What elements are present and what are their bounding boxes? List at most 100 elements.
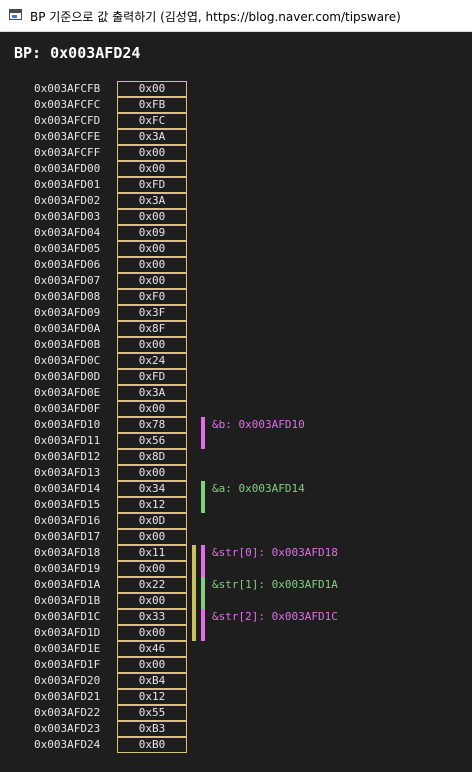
memory-byte-cell: 0x8F: [117, 321, 187, 337]
memory-byte-cell: 0x3A: [117, 385, 187, 401]
memory-address: 0x003AFD16: [34, 514, 101, 527]
memory-address: 0x003AFD13: [34, 466, 101, 479]
memory-byte-cell: 0x3F: [117, 305, 187, 321]
memory-address: 0x003AFD17: [34, 530, 101, 543]
memory-byte-cell: 0x00: [117, 209, 187, 225]
memory-byte-cell: 0x00: [117, 401, 187, 417]
memory-byte-cell: 0x3A: [117, 129, 187, 145]
pointer-marker-bar: [201, 577, 205, 609]
memory-byte-cell: 0x00: [117, 465, 187, 481]
memory-byte-cell: 0x00: [117, 657, 187, 673]
memory-address: 0x003AFD24: [34, 738, 101, 751]
memory-byte-cell: 0x00: [117, 161, 187, 177]
memory-byte-cell: 0x00: [117, 145, 187, 161]
window-title: BP 기준으로 값 출력하기 (김성엽, https://blog.naver.…: [30, 10, 401, 24]
memory-byte-cell: 0x8D: [117, 449, 187, 465]
pointer-annotation-label: &a: 0x003AFD14: [212, 482, 305, 495]
memory-address: 0x003AFD09: [34, 306, 101, 319]
memory-address: 0x003AFD08: [34, 290, 101, 303]
memory-address: 0x003AFD0C: [34, 354, 101, 367]
memory-address: 0x003AFD01: [34, 178, 101, 191]
pointer-marker-bar: [201, 417, 205, 449]
pointer-annotation-label: &str[1]: 0x003AFD1A: [212, 578, 338, 591]
memory-byte-cell: 0x22: [117, 577, 187, 593]
memory-byte-cell: 0x55: [117, 705, 187, 721]
memory-byte-cell: 0x46: [117, 641, 187, 657]
memory-byte-cell: 0xF0: [117, 289, 187, 305]
memory-address: 0x003AFD1F: [34, 658, 101, 671]
memory-address: 0x003AFD19: [34, 562, 101, 575]
memory-byte-cell: 0x09: [117, 225, 187, 241]
memory-address: 0x003AFD1C: [34, 610, 101, 623]
memory-address: 0x003AFD00: [34, 162, 101, 175]
memory-address: 0x003AFD1A: [34, 578, 101, 591]
memory-address: 0x003AFD23: [34, 722, 101, 735]
memory-address: 0x003AFD07: [34, 274, 101, 287]
memory-byte-cell: 0xFB: [117, 97, 187, 113]
memory-address: 0x003AFD0B: [34, 338, 101, 351]
memory-address: 0x003AFD02: [34, 194, 101, 207]
memory-address: 0x003AFD06: [34, 258, 101, 271]
pointer-marker-bar: [201, 481, 205, 513]
memory-address: 0x003AFD0D: [34, 370, 101, 383]
memory-byte-cell: 0x78: [117, 417, 187, 433]
pointer-marker-bar: [201, 545, 205, 577]
memory-byte-cell: 0x00: [117, 593, 187, 609]
memory-byte-cell: 0x56: [117, 433, 187, 449]
memory-byte-cell: 0x24: [117, 353, 187, 369]
memory-byte-cell: 0xB4: [117, 673, 187, 689]
bp-header: BP: 0x003AFD24: [14, 44, 141, 62]
memory-address: 0x003AFD15: [34, 498, 101, 511]
memory-address: 0x003AFD20: [34, 674, 101, 687]
memory-address: 0x003AFCFE: [34, 130, 101, 143]
memory-byte-cell: 0x12: [117, 689, 187, 705]
memory-address: 0x003AFD1B: [34, 594, 101, 607]
pointer-annotation-label: &str[2]: 0x003AFD1C: [212, 610, 338, 623]
memory-byte-cell: 0x00: [117, 529, 187, 545]
memory-address: 0x003AFCFF: [34, 146, 101, 159]
memory-address: 0x003AFD10: [34, 418, 101, 431]
memory-address: 0x003AFCFD: [34, 114, 101, 127]
memory-address: 0x003AFD12: [34, 450, 101, 463]
memory-address: 0x003AFD1E: [34, 642, 101, 655]
memory-address: 0x003AFD0E: [34, 386, 101, 399]
memory-byte-cell: 0xFC: [117, 113, 187, 129]
memory-byte-cell: 0xFD: [117, 177, 187, 193]
memory-address: 0x003AFD1D: [34, 626, 101, 639]
memory-address: 0x003AFD14: [34, 482, 101, 495]
memory-address: 0x003AFCFB: [34, 82, 101, 95]
memory-byte-cell: 0x34: [117, 481, 187, 497]
pointer-marker-bar: [201, 609, 205, 641]
memory-byte-cell: 0x00: [117, 257, 187, 273]
memory-byte-cell: 0x3A: [117, 193, 187, 209]
memory-address: 0x003AFD0F: [34, 402, 101, 415]
memory-byte-cell: 0xB3: [117, 721, 187, 737]
pointer-annotation-label: &str[0]: 0x003AFD18: [212, 546, 338, 559]
memory-byte-cell: 0x00: [117, 241, 187, 257]
memory-address: 0x003AFCFC: [34, 98, 101, 111]
array-bracket-bar: [192, 545, 196, 641]
app-window-icon: [9, 9, 22, 20]
memory-byte-cell: 0x33: [117, 609, 187, 625]
memory-address: 0x003AFD04: [34, 226, 101, 239]
memory-view-canvas: BP: 0x003AFD24 0x003AFCFB 0x00 0x003AFCFC 0…: [0, 32, 472, 772]
memory-byte-cell: 0x00: [117, 337, 187, 353]
memory-byte-cell: 0x11: [117, 545, 187, 561]
memory-byte-cell: 0x00: [117, 273, 187, 289]
memory-address: 0x003AFD22: [34, 706, 101, 719]
memory-address: 0x003AFD03: [34, 210, 101, 223]
memory-address: 0x003AFD21: [34, 690, 101, 703]
memory-byte-cell: 0x00: [117, 625, 187, 641]
memory-address: 0x003AFD0A: [34, 322, 101, 335]
memory-byte-cell: 0x12: [117, 497, 187, 513]
memory-address: 0x003AFD11: [34, 434, 101, 447]
pointer-annotation-label: &b: 0x003AFD10: [212, 418, 305, 431]
memory-byte-cell: 0x00: [117, 81, 187, 97]
memory-byte-cell: 0x00: [117, 561, 187, 577]
memory-byte-cell: 0x0D: [117, 513, 187, 529]
memory-address: 0x003AFD05: [34, 242, 101, 255]
memory-byte-cell: 0xB0: [117, 737, 187, 753]
memory-byte-cell: 0xFD: [117, 369, 187, 385]
memory-address: 0x003AFD18: [34, 546, 101, 559]
title-bar: BP 기준으로 값 출력하기 (김성엽, https://blog.naver.…: [0, 0, 472, 32]
